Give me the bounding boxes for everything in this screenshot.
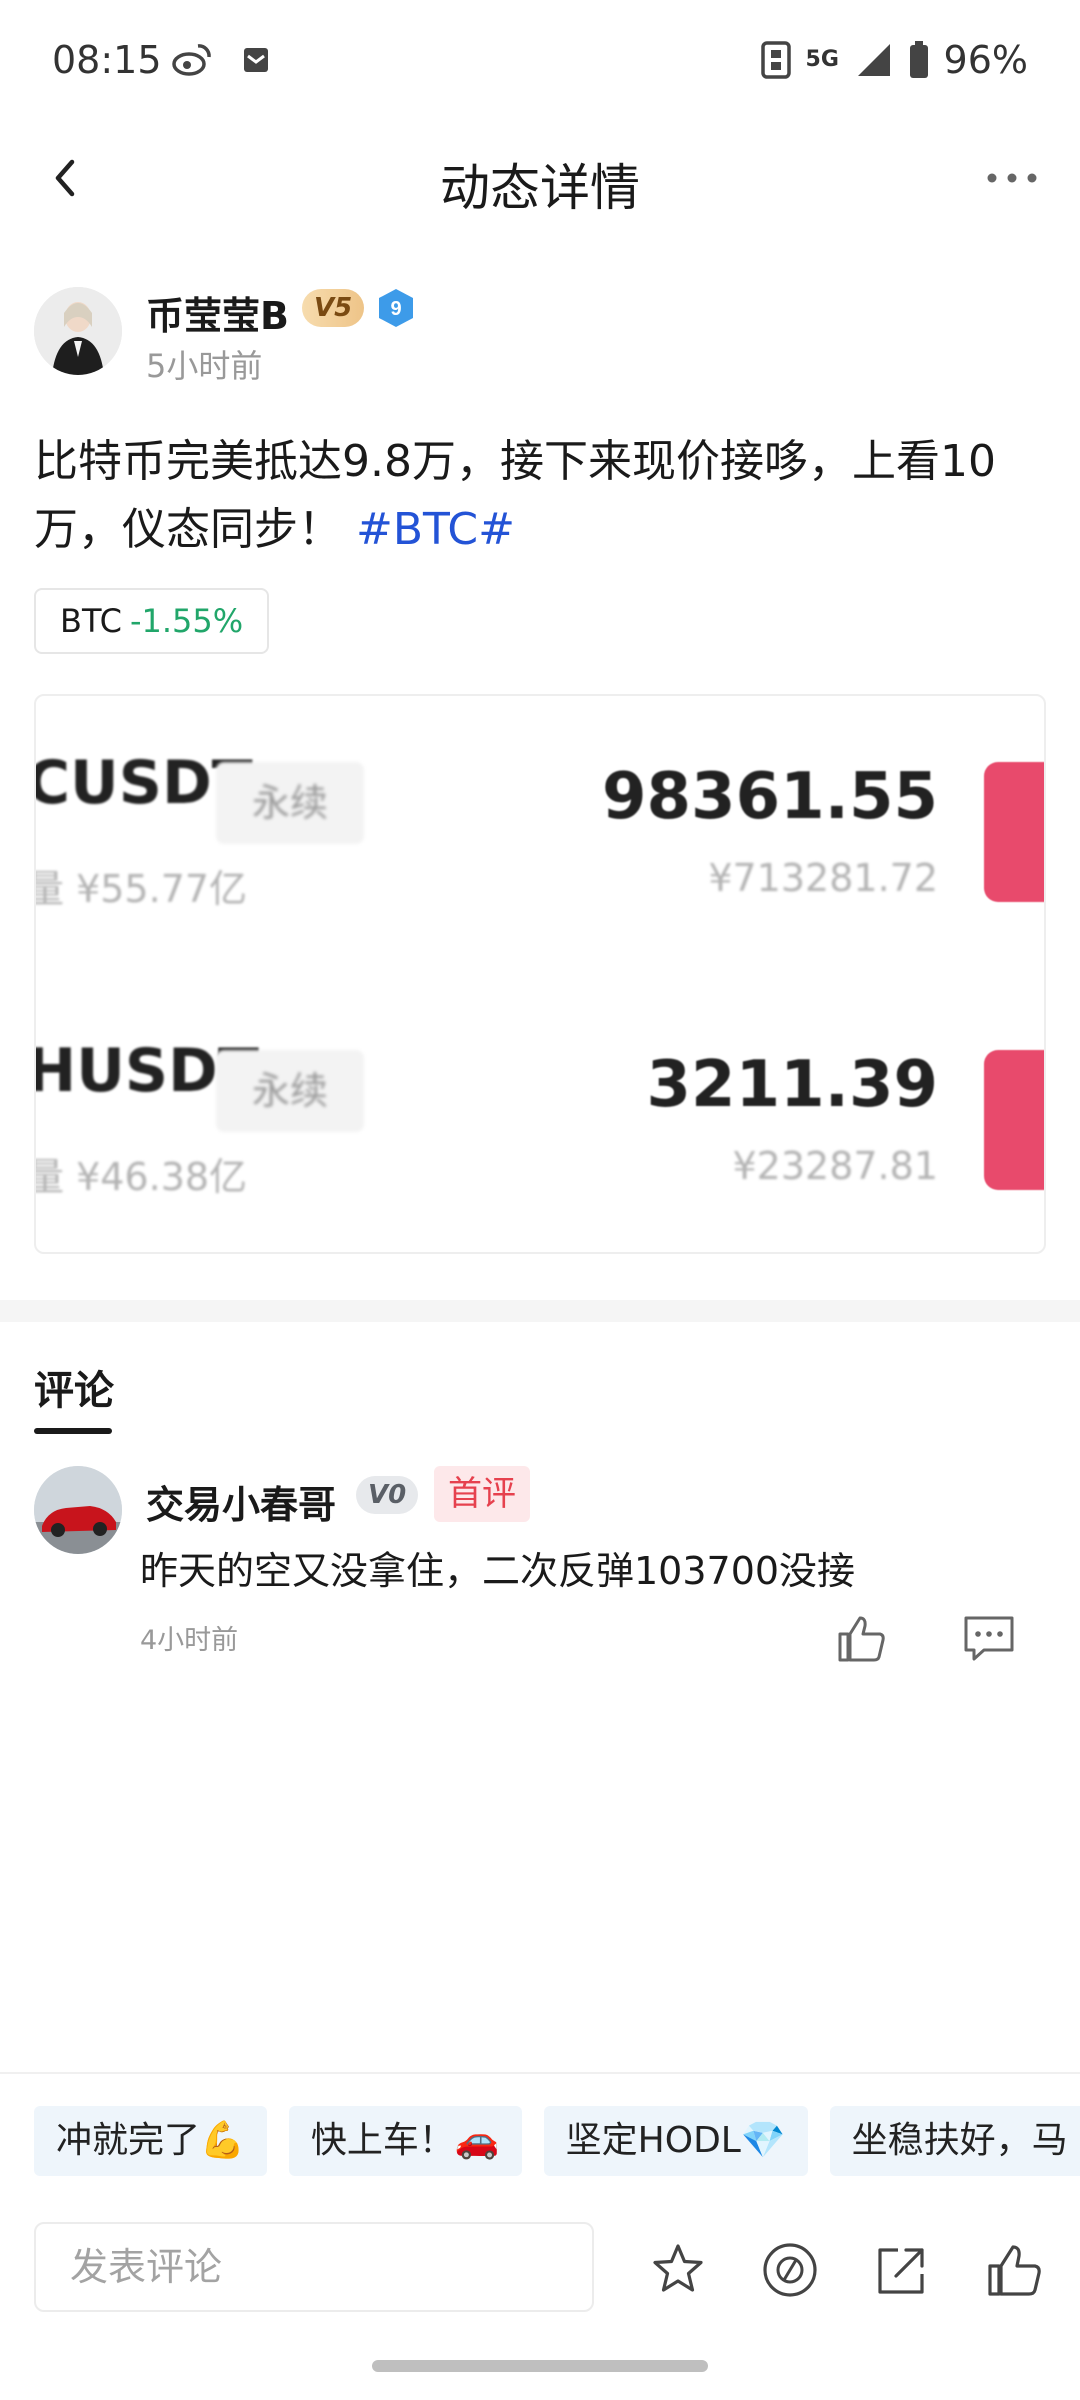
- post-content: 比特币完美抵达9.8万，接下来现价接哆，上看10万，仪态同步！ #BTC#: [34, 428, 1044, 564]
- avatar-photo-icon: [34, 287, 122, 375]
- comment-time: 4小时前: [140, 1625, 239, 1656]
- first-comment-badge: 首评: [434, 1466, 530, 1522]
- nfc-icon: [760, 41, 791, 79]
- reply-icon[interactable]: [962, 1612, 1016, 1664]
- quick-reply-row: 冲就完了💪 快上车！🚗 坚定HODL💎 坐稳扶好，马: [34, 2106, 1080, 2176]
- share-icon[interactable]: [872, 2240, 932, 2300]
- tab-active-indicator: [34, 1428, 112, 1434]
- bottom-divider: [0, 2072, 1080, 2074]
- quick-reply-chip[interactable]: 快上车！🚗: [288, 2106, 522, 2176]
- tip-coin-icon[interactable]: [760, 2240, 820, 2300]
- battery-percent: 96%: [943, 38, 1028, 82]
- home-indicator[interactable]: [372, 2360, 708, 2372]
- post-time: 5小时前: [146, 347, 263, 385]
- market-row: CUSDT 永续 量 ¥55.77亿 98361.55 ¥713281.72: [36, 696, 1044, 911]
- market-change-bar: [984, 1050, 1044, 1190]
- quick-reply-chip[interactable]: 冲就完了💪: [34, 2106, 267, 2176]
- author-avatar[interactable]: [34, 287, 122, 375]
- top-nav-bar: 动态详情: [0, 128, 1080, 228]
- comment-input[interactable]: 发表评论: [34, 2222, 594, 2312]
- level-number: 9: [390, 298, 401, 320]
- status-time: 08:15: [52, 38, 162, 82]
- market-change-bar: [984, 762, 1044, 902]
- market-volume: 量 ¥46.38亿: [34, 1155, 248, 1199]
- market-type-tag: 永续: [216, 1050, 364, 1132]
- market-price-cny: ¥713281.72: [708, 856, 938, 900]
- market-type-tag: 永续: [216, 762, 364, 844]
- market-price: 3211.39: [646, 1048, 939, 1122]
- market-row: HUSDT 永续 量 ¥46.38亿 3211.39 ¥23287.81: [36, 984, 1044, 1199]
- quick-reply-chip[interactable]: 坐稳扶好，马: [829, 2106, 1080, 2176]
- coin-symbol: BTC: [60, 602, 122, 640]
- post-text: 比特币完美抵达9.8万，接下来现价接哆，上看10万，仪态同步！: [34, 436, 996, 555]
- commenter-name[interactable]: 交易小春哥: [146, 1474, 336, 1529]
- page-title: 动态详情: [440, 159, 640, 217]
- tab-comments[interactable]: 评论: [34, 1358, 114, 1416]
- status-bar: 08:15 5G 96%: [0, 0, 1080, 128]
- hashtag-link[interactable]: #BTC#: [356, 504, 515, 555]
- coin-tag[interactable]: BTC -1.55%: [34, 588, 270, 654]
- mail-notification-icon: [244, 48, 268, 72]
- market-price-cny: ¥23287.81: [732, 1144, 939, 1188]
- thumbs-up-icon[interactable]: [834, 1612, 888, 1664]
- star-icon[interactable]: [648, 2240, 708, 2300]
- status-right-group: 5G 96%: [760, 38, 1028, 82]
- market-price: 98361.55: [601, 760, 938, 834]
- post-image-market[interactable]: CUSDT 永续 量 ¥55.77亿 98361.55 ¥713281.72 H…: [34, 694, 1046, 1254]
- like-post-icon[interactable]: [984, 2240, 1044, 2300]
- comment-item: 交易小春哥 V0 首评 昨天的空又没拿住，二次反弹103700没接 4小时前: [34, 1466, 1046, 1666]
- post-author[interactable]: 币莹莹B V5 9 5小时前: [34, 285, 1044, 385]
- comment-text: 昨天的空又没拿住，二次反弹103700没接: [140, 1549, 856, 1593]
- commenter-vip-badge: V0: [356, 1476, 419, 1514]
- coin-change: -1.55%: [129, 602, 244, 640]
- quick-reply-chip[interactable]: 坚定HODL💎: [543, 2106, 808, 2176]
- network-type: 5G: [805, 47, 839, 72]
- battery-icon: [909, 41, 928, 78]
- avatar-car-icon: [34, 1466, 122, 1554]
- more-options-icon[interactable]: [982, 150, 1042, 206]
- vip-level-badge: V5: [302, 289, 365, 327]
- signal-icon: [857, 44, 890, 76]
- level-shield-icon: 9: [379, 289, 413, 327]
- commenter-avatar[interactable]: [34, 1466, 122, 1554]
- weibo-icon: [172, 44, 211, 76]
- market-volume: 量 ¥55.77亿: [34, 867, 248, 911]
- author-name[interactable]: 币莹莹B: [146, 285, 289, 340]
- section-divider: [0, 1300, 1080, 1322]
